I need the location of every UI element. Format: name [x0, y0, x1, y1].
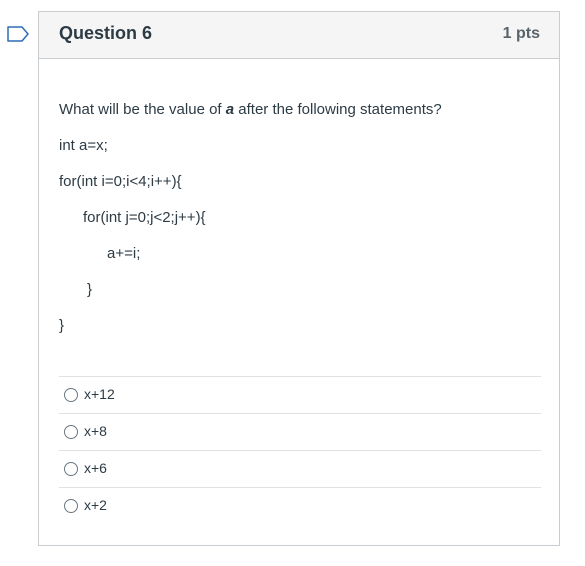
radio-button[interactable]	[64, 425, 78, 439]
answer-label[interactable]: x+2	[84, 497, 107, 513]
prompt-variable: a	[225, 101, 235, 118]
question-header: Question 6 1 pts	[39, 12, 559, 59]
answer-label[interactable]: x+6	[84, 460, 107, 476]
code-line: int a=x;	[59, 137, 108, 154]
question-points: 1 pts	[502, 25, 540, 42]
code-line: }	[59, 317, 65, 334]
answer-option[interactable]: x+2	[59, 487, 541, 524]
answer-option[interactable]: x+12	[59, 376, 541, 413]
answer-option[interactable]: x+6	[59, 450, 541, 487]
radio-button[interactable]	[64, 499, 78, 513]
radio-button[interactable]	[64, 388, 78, 402]
radio-button[interactable]	[64, 462, 78, 476]
answer-label[interactable]: x+12	[84, 386, 115, 402]
code-line: for(int i=0;i<4;i++){	[59, 173, 182, 190]
answer-option[interactable]: x+8	[59, 413, 541, 450]
code-line: }	[87, 281, 93, 298]
prompt-after: after the following statements?	[234, 101, 442, 118]
flag-question-icon[interactable]	[7, 26, 29, 42]
question-prompt: What will be the value of a after the fo…	[59, 101, 442, 119]
question-title: Question 6	[59, 23, 153, 43]
code-line: for(int j=0;j<2;j++){	[83, 209, 206, 226]
prompt-before: What will be the value of	[59, 101, 226, 118]
answer-label[interactable]: x+8	[84, 423, 107, 439]
answer-list: x+12 x+8 x+6 x+2	[59, 376, 541, 524]
code-line: a+=i;	[107, 245, 141, 262]
question-card: Question 6 1 pts What will be the value …	[38, 11, 560, 546]
